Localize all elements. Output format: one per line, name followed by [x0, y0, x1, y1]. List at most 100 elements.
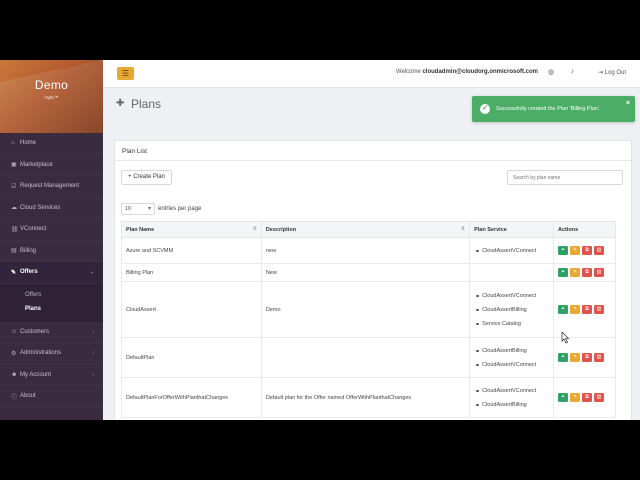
sidebar-item-label: My Account	[20, 371, 52, 378]
trash-icon: ▥	[596, 247, 602, 253]
globe-icon[interactable]: ◍	[548, 68, 554, 76]
link-services-button[interactable]: ⚭	[558, 305, 569, 314]
link-services-button[interactable]: ⚭	[558, 246, 569, 255]
sort-icon: ⇅	[460, 226, 466, 232]
edit-button[interactable]: ✎	[570, 268, 581, 277]
link-icon: ⚭	[560, 269, 566, 275]
edit-button[interactable]: ✎	[570, 353, 581, 362]
logout-icon: ⇥	[597, 70, 603, 76]
admin-icon: ⚙	[11, 350, 17, 357]
table-row: DefaultPlanForOfferWithPlanthatChanges De…	[121, 377, 616, 418]
sidebar-item-cloud-services[interactable]: ☁ Cloud Services	[0, 198, 103, 220]
chevron-down-icon: ⌄	[89, 269, 94, 276]
column-header-plan-name[interactable]: Plan Name ⇅	[121, 221, 262, 238]
sidebar-item-about[interactable]: ⓘ About	[0, 386, 103, 408]
create-plan-button[interactable]: + Create Plan	[121, 170, 172, 185]
description-cell: Default plan for the Offer named OfferWi…	[260, 377, 471, 418]
sidebar-item-vconnect[interactable]: ⛓ VConnect	[0, 219, 103, 241]
link-services-button[interactable]: ⚭	[558, 353, 569, 362]
link-icon: ⚭	[560, 306, 566, 312]
menu-toggle-button[interactable]: ☰	[117, 67, 134, 80]
cloud-icon: ☁	[11, 205, 17, 212]
shopping-bag-icon: ▣	[11, 162, 17, 169]
submenu-item-offers[interactable]: Offers	[0, 288, 103, 302]
column-header-plan-service: Plan Service	[469, 221, 555, 238]
sidebar-item-label: About	[20, 393, 36, 400]
sidebar-item-home[interactable]: ⌂ Home	[0, 133, 103, 155]
plan-name-cell: DefaultPlanForOfferWithPlanthatChanges	[121, 377, 262, 418]
delete-button[interactable]: ▥	[594, 246, 605, 255]
column-header-description[interactable]: Description ⇅	[260, 221, 471, 238]
pencil-icon: ✎	[572, 394, 578, 400]
link-icon: ⛓	[11, 226, 19, 233]
edit-button[interactable]: ✎	[570, 305, 581, 314]
service-item: CloudAssertBilling	[474, 344, 549, 358]
service-item: CloudAssertBilling	[474, 398, 549, 412]
plan-service-cell: CloudAssertVConnect CloudAssertBilling Ser…	[469, 281, 555, 338]
success-toast: ✓ Successfully created the Plan 'Billing…	[472, 96, 635, 122]
copy-button[interactable]: ⧉	[582, 246, 593, 255]
actions-cell: ⚭ ✎ ⧉ ▥	[553, 377, 616, 418]
edit-button[interactable]: ✎	[570, 246, 581, 255]
delete-button[interactable]: ▥	[594, 268, 605, 277]
submenu-item-plans[interactable]: Plans	[0, 302, 103, 316]
link-services-button[interactable]: ⚭	[558, 393, 569, 402]
service-item: CloudAssertVConnect	[474, 289, 549, 303]
home-icon: ⌂	[11, 140, 15, 147]
sidebar-item-label: Cloud Services	[20, 204, 61, 211]
toast-close-button[interactable]: ×	[626, 100, 630, 107]
mouse-cursor	[561, 332, 569, 344]
copy-icon: ⧉	[585, 269, 589, 275]
panel-title: Plan List	[115, 141, 631, 161]
copy-button[interactable]: ⧉	[582, 353, 593, 362]
table-row: Billing Plan New ⚭ ✎ ⧉ ▥	[121, 263, 616, 282]
column-header-actions: Actions	[553, 221, 616, 238]
brand-subtitle: Hybr™	[44, 95, 59, 100]
service-item: CloudAssertVConnect	[474, 358, 549, 372]
sidebar-item-label: Billing	[20, 247, 37, 254]
table-row: CloudAssert Demo CloudAssertVConnect CloudA…	[121, 281, 616, 338]
delete-button[interactable]: ▥	[594, 305, 605, 314]
link-icon: ⚭	[560, 247, 566, 253]
plan-name-cell: Azure and SCVMM	[121, 237, 262, 264]
check-icon: ✓	[480, 104, 490, 114]
copy-icon: ⧉	[585, 306, 589, 312]
puzzle-icon: ✚	[116, 98, 125, 109]
sidebar-item-offers[interactable]: ✎ Offers ⌄	[0, 262, 103, 284]
sidebar-nav: ⌂ Home ▣ Marketplace ☑ Request Management ☁ Clo…	[0, 133, 103, 408]
sidebar-item-administrations[interactable]: ⚙ Administrations ›	[0, 343, 103, 365]
copy-button[interactable]: ⧉	[582, 268, 593, 277]
pencil-icon: ✎	[572, 354, 578, 360]
sidebar-item-billing[interactable]: ▤ Billing	[0, 241, 103, 263]
plan-name-cell: CloudAssert	[121, 281, 262, 338]
plan-service-cell: CloudAssertVConnect CloudAssertBilling	[469, 377, 555, 418]
user-email[interactable]: cloudadmin@cloudorg.onmicrosoft.com	[422, 69, 538, 75]
top-bar: ☰ Welcome cloudadmin@cloudorg.onmicrosof…	[103, 60, 640, 88]
description-cell: new	[260, 237, 471, 264]
edit-button[interactable]: ✎	[570, 393, 581, 402]
welcome-prefix: Welcome	[395, 69, 421, 75]
entries-per-page-select[interactable]: 10	[121, 203, 155, 215]
copy-button[interactable]: ⧉	[582, 393, 593, 402]
delete-button[interactable]: ▥	[594, 353, 605, 362]
check-square-icon: ☑	[11, 183, 17, 190]
entries-label: entries per page	[158, 206, 202, 212]
trash-icon: ▥	[596, 269, 602, 275]
service-item: CloudAssertVConnect	[474, 384, 549, 398]
brand-header: Demo Hybr™	[0, 60, 103, 133]
delete-button[interactable]: ▥	[594, 393, 605, 402]
copy-button[interactable]: ⧉	[582, 305, 593, 314]
plan-service-cell: CloudAssertBilling CloudAssertVConnect	[469, 337, 555, 378]
sidebar-item-marketplace[interactable]: ▣ Marketplace	[0, 155, 103, 177]
sidebar-item-my-account[interactable]: ☻ My Account ›	[0, 365, 103, 387]
search-input[interactable]	[507, 170, 623, 185]
link-icon: ⚭	[560, 394, 566, 400]
app-window: Demo Hybr™ ⌂ Home ▣ Marketplace ☑ Request Man…	[0, 60, 640, 420]
bell-icon[interactable]: ♪	[571, 68, 575, 75]
table-row: Azure and SCVMM new CloudAssertVConnect ⚭ ✎ ⧉…	[121, 237, 616, 264]
sidebar-item-request-management[interactable]: ☑ Request Management	[0, 176, 103, 198]
sidebar-item-customers[interactable]: ☺ Customers ›	[0, 322, 103, 344]
logout-link[interactable]: ⇥ Log Out	[598, 69, 626, 76]
link-services-button[interactable]: ⚭	[558, 268, 569, 277]
description-cell: New	[260, 263, 471, 282]
